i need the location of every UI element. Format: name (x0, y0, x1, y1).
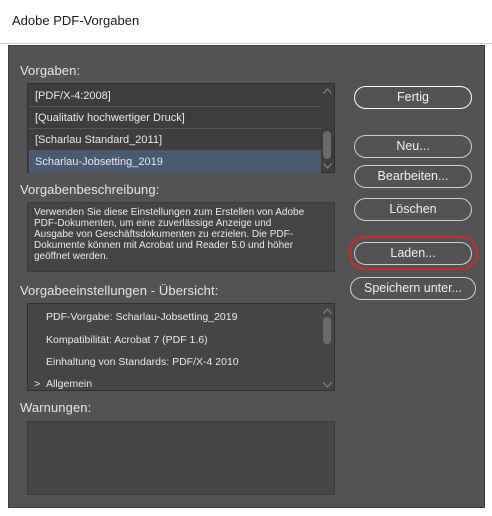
title-bar: Adobe PDF-Vorgaben (0, 0, 492, 44)
scroll-down-icon[interactable] (323, 163, 332, 169)
presets-list[interactable]: [PDF/X-4:2008] [Qualitativ hochwertiger … (27, 83, 335, 173)
warnings-box (27, 421, 335, 495)
edit-button[interactable]: Bearbeiten... (354, 165, 472, 188)
description-line: geöffnet werden. (34, 251, 109, 262)
presets-label: Vorgaben: (20, 63, 81, 78)
pdf-presets-dialog: Vorgaben: [PDF/X-4:2008] [Qualitativ hoc… (8, 45, 485, 508)
preset-item[interactable]: [Scharlau Standard_2011] (29, 129, 321, 151)
presets-scrollbar[interactable] (322, 84, 334, 172)
description-line: Ausgabe von Geschäftsdokumenten zu erzie… (34, 229, 294, 240)
summary-row-general[interactable]: Allgemein (46, 378, 92, 390)
description-line: Dokumente können mit Acrobat und Reader … (34, 240, 294, 251)
summary-row: Einhaltung von Standards: PDF/X-4 2010 (46, 356, 239, 368)
done-button[interactable]: Fertig (354, 86, 472, 109)
scroll-up-icon[interactable] (323, 88, 332, 94)
description-line: PDF-Dokumenten, um eine zuverlässige Anz… (34, 218, 272, 229)
summary-label: Vorgabeeinstellungen - Übersicht: (20, 283, 219, 298)
expand-chevron-icon[interactable]: > (34, 378, 40, 390)
summary-scrollbar[interactable] (322, 304, 334, 390)
presets-scroll-thumb[interactable] (323, 131, 331, 159)
summary-list[interactable]: PDF-Vorgabe: Scharlau-Jobsetting_2019 Ko… (27, 303, 335, 391)
summary-row: PDF-Vorgabe: Scharlau-Jobsetting_2019 (46, 311, 238, 323)
description-label: Vorgabenbeschreibung: (20, 182, 160, 197)
scroll-down-icon[interactable] (323, 382, 332, 388)
window-title: Adobe PDF-Vorgaben (12, 13, 140, 28)
summary-scroll-thumb[interactable] (323, 317, 331, 344)
preset-item[interactable]: [PDF/X-4:2008] (29, 85, 321, 107)
preset-item[interactable]: [Qualitativ hochwertiger Druck] (29, 107, 321, 129)
scroll-up-icon[interactable] (323, 308, 332, 314)
description-line: Verwenden Sie diese Einstellungen zum Er… (34, 207, 305, 218)
load-button[interactable]: Laden... (354, 242, 472, 265)
preset-item-selected[interactable]: Scharlau-Jobsetting_2019 (29, 151, 321, 173)
save-as-button[interactable]: Speichern unter... (350, 277, 476, 300)
summary-row: Kompatibilität: Acrobat 7 (PDF 1.6) (46, 334, 208, 346)
delete-button[interactable]: Löschen (354, 198, 472, 221)
new-button[interactable]: Neu... (354, 135, 472, 158)
warnings-label: Warnungen: (20, 400, 92, 415)
description-box: Verwenden Sie diese Einstellungen zum Er… (27, 202, 335, 272)
